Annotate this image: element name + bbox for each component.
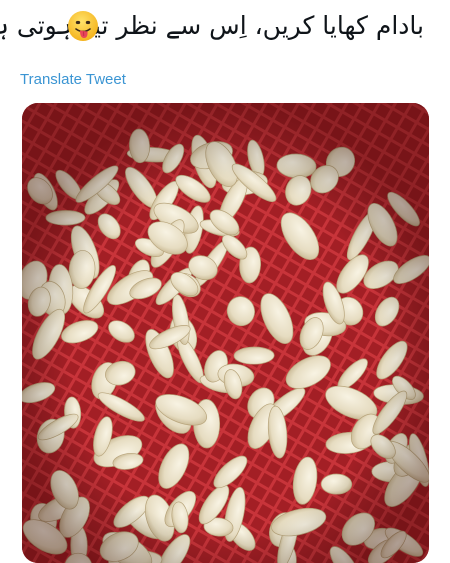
- face-with-tongue-icon: [68, 11, 98, 41]
- tweet-media-image[interactable]: [22, 103, 429, 563]
- tweet-text-row: بادام کھایا کریں، اِس سے نظر تیز ہوتی ہے: [0, 0, 450, 58]
- garlic-photo: [22, 103, 429, 563]
- tweet-text: بادام کھایا کریں، اِس سے نظر تیز ہوتی ہے: [0, 11, 424, 40]
- translate-tweet-link[interactable]: Translate Tweet: [20, 71, 126, 88]
